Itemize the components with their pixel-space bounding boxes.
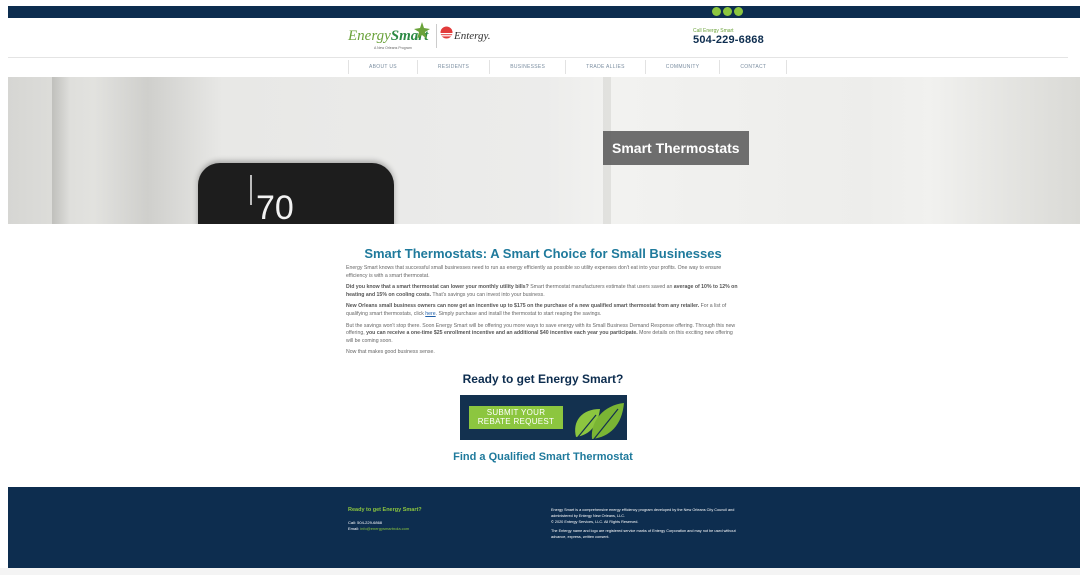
ready-heading: Ready to get Energy Smart? [462, 372, 624, 386]
call-block: Call Energy Smart 504-229-6868 [693, 28, 764, 46]
entergy-logo[interactable]: Entergy. [440, 26, 491, 44]
rebate-banner[interactable]: SUBMIT YOUR REBATE REQUEST [460, 395, 627, 440]
nav-about-us[interactable]: ABOUT US [348, 60, 417, 74]
savings-paragraph: Did you know that a smart thermostat can… [346, 284, 738, 298]
site-header: EnergySmart A New Orleans Program Enterg… [8, 18, 1068, 58]
main-content: Smart Thermostats: A Smart Choice for Sm… [346, 246, 740, 361]
logo-word-energy: Energy [348, 28, 391, 44]
footer-trademark: The Entergy name and logo are registered… [551, 529, 736, 539]
top-utility-bar [8, 6, 1080, 18]
demand-response-paragraph: But the savings won't stop there. Soon E… [346, 322, 736, 344]
logo-tagline: A New Orleans Program [374, 46, 412, 50]
thermostat-tick [250, 175, 252, 205]
hero-wall-shadow [52, 77, 70, 224]
entergy-sun-icon [440, 26, 453, 39]
social-links [712, 7, 743, 16]
facebook-icon[interactable] [712, 7, 721, 16]
footer-email-link[interactable]: info@energysmartnola.com [360, 526, 409, 531]
footer-about: Energy Smart is a comprehensive energy e… [551, 508, 735, 518]
nav-contact[interactable]: CONTACT [719, 60, 788, 74]
hero-title: Smart Thermostats [603, 131, 749, 165]
incentive-paragraph: New Orleans small business owners can no… [346, 303, 727, 317]
entergy-wordmark: Entergy. [454, 30, 491, 42]
footer-contact: Ready to get Energy Smart? Call: 504-229… [348, 507, 422, 532]
bottom-strip [0, 568, 1080, 575]
site-footer: Ready to get Energy Smart? Call: 504-229… [8, 487, 1080, 568]
main-nav: ABOUT US RESIDENTS BUSINESSES TRADE ALLI… [348, 60, 788, 74]
footer-legal: Energy Smart is a comprehensive energy e… [551, 507, 741, 540]
closing-paragraph: Now that makes good business sense. [346, 349, 435, 356]
nav-residents[interactable]: RESIDENTS [416, 60, 489, 74]
leaf-icon [575, 403, 624, 439]
footer-email-line: Email: info@energysmartnola.com [348, 526, 410, 531]
twitter-icon[interactable] [723, 7, 732, 16]
star-leaf-icon [414, 22, 430, 39]
footer-title: Ready to get Energy Smart? [348, 507, 422, 513]
thermostat-reading: 70 [256, 189, 294, 224]
nav-trade-allies[interactable]: TRADE ALLIES [565, 60, 645, 74]
instagram-icon[interactable] [734, 7, 743, 16]
find-thermostat-link[interactable]: Find a Qualified Smart Thermostat [346, 451, 740, 463]
hero-banner: 70 Smart Thermostats [8, 77, 1080, 224]
logo-divider [436, 24, 437, 48]
submit-rebate-button[interactable]: SUBMIT YOUR REBATE REQUEST [469, 406, 563, 429]
nav-businesses[interactable]: BUSINESSES [489, 60, 565, 74]
thermostat-image: 70 [198, 163, 394, 224]
phone-number[interactable]: 504-229-6868 [693, 34, 764, 46]
intro-paragraph: Energy Smart knows that successful small… [346, 265, 722, 279]
qualifying-thermostats-link[interactable]: here [425, 311, 435, 317]
nav-community[interactable]: COMMUNITY [644, 60, 720, 74]
page-title: Smart Thermostats: A Smart Choice for Sm… [364, 246, 722, 261]
